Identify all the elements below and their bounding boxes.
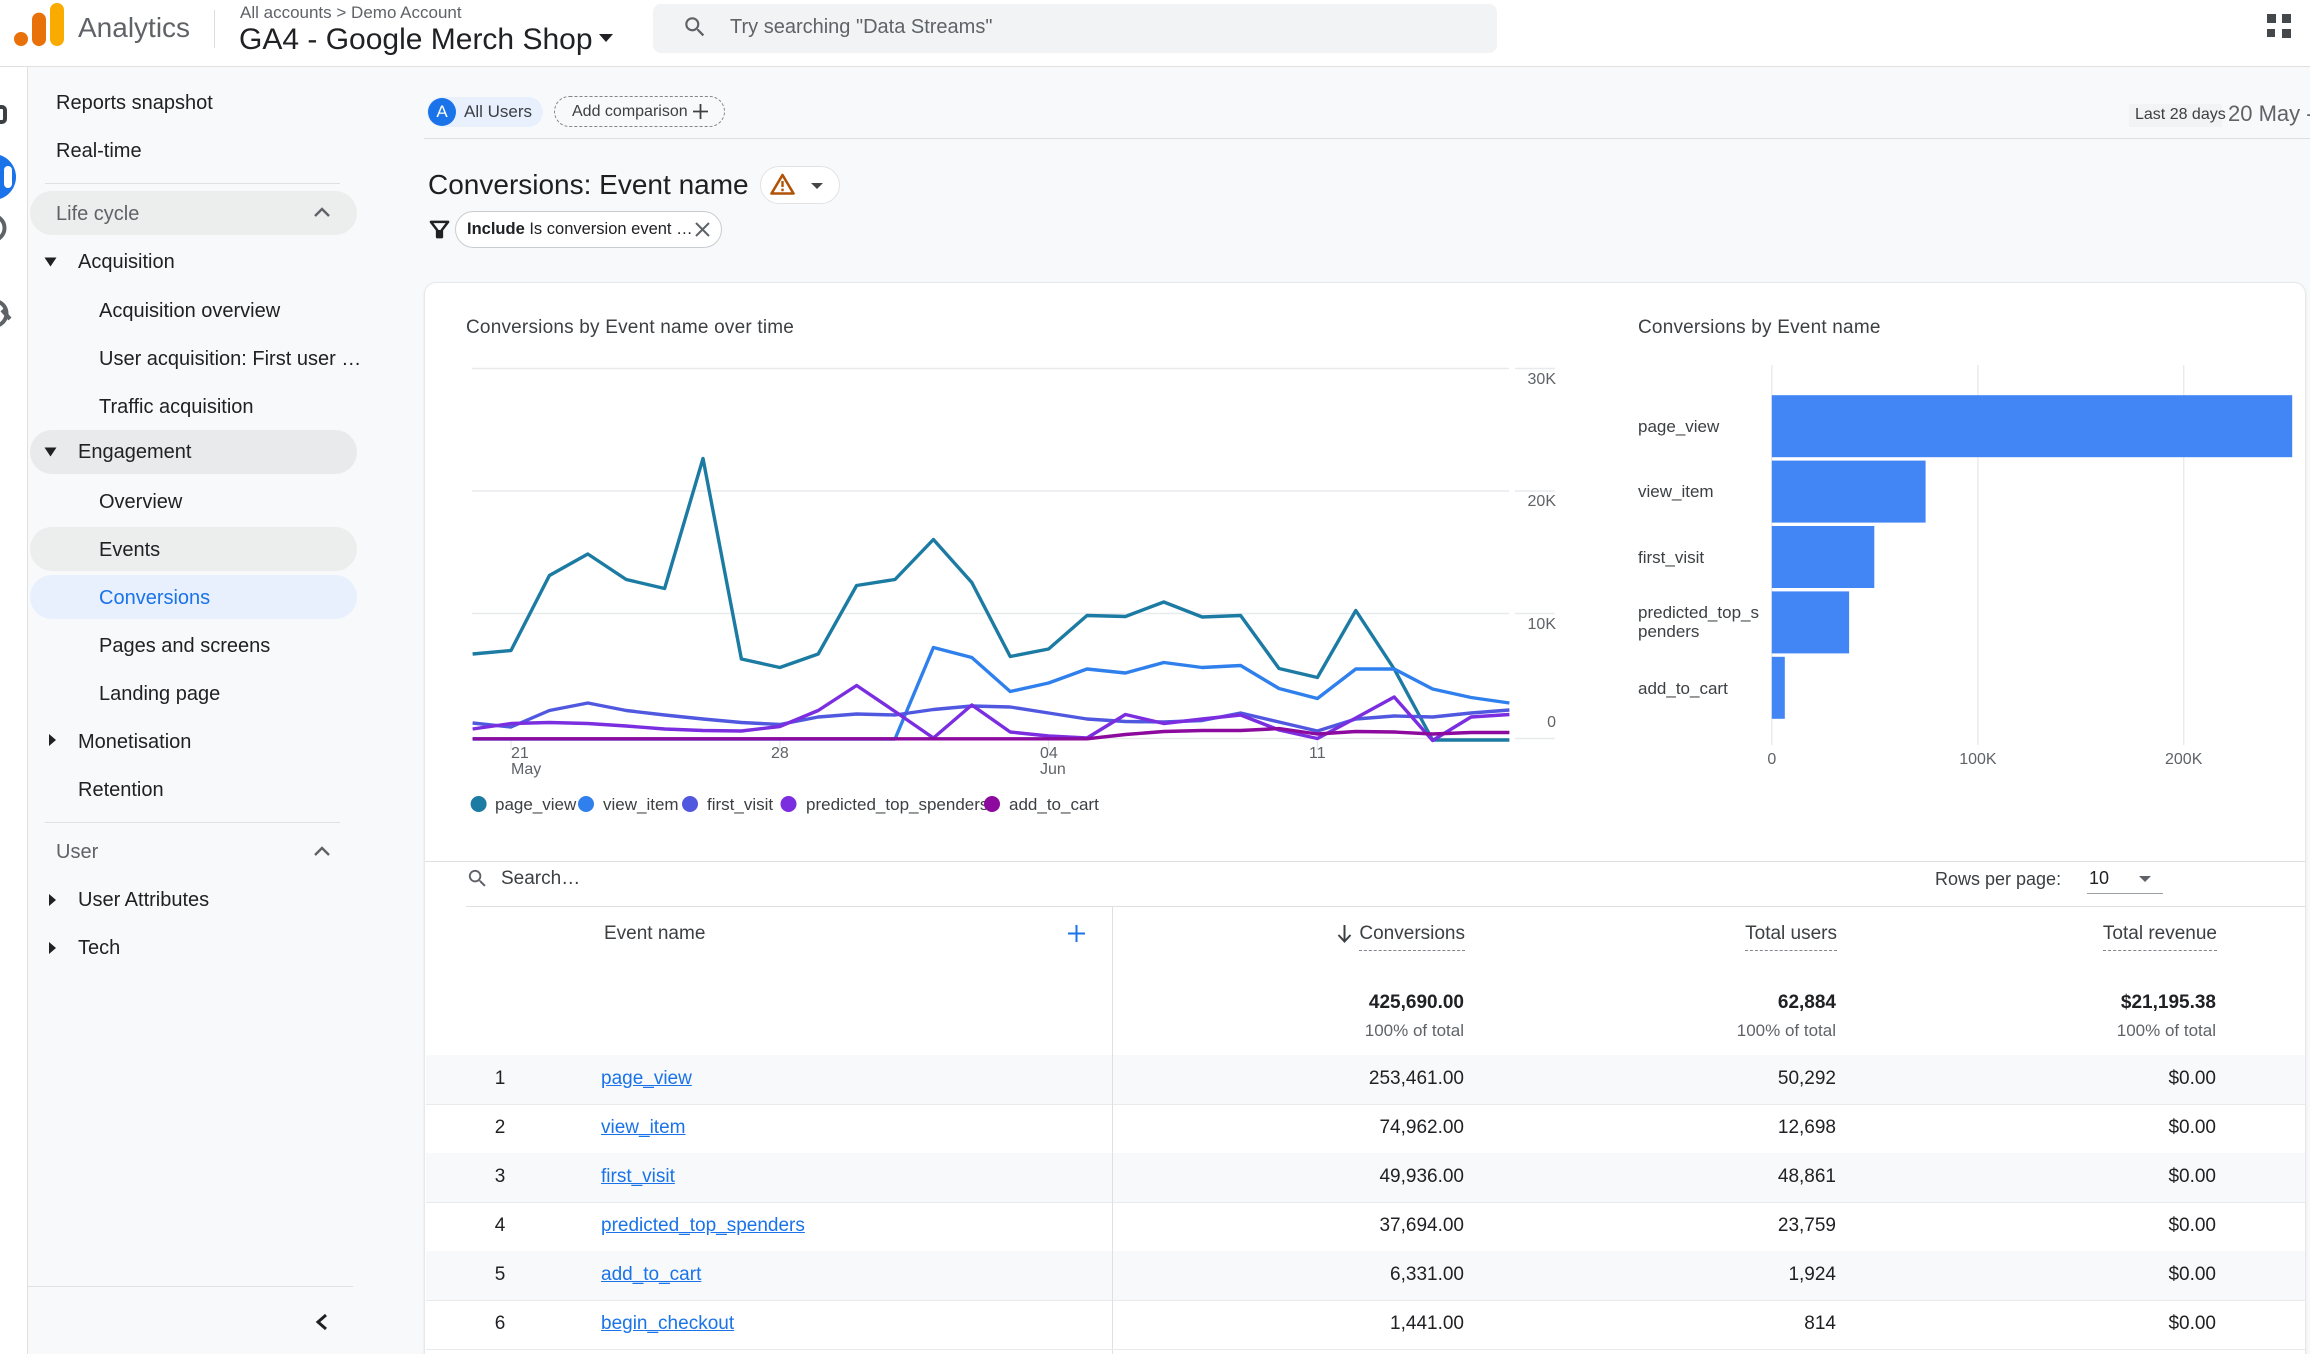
svg-text:21: 21: [511, 745, 529, 762]
svg-text:0: 0: [1767, 751, 1776, 768]
svg-text:0: 0: [1547, 714, 1556, 731]
svg-text:add_to_cart: add_to_cart: [1009, 795, 1099, 814]
svg-text:28: 28: [771, 745, 789, 762]
svg-text:add_to_cart: add_to_cart: [1638, 679, 1728, 698]
svg-text:30K: 30K: [1528, 371, 1557, 388]
svg-text:view_item: view_item: [603, 795, 679, 814]
svg-text:20K: 20K: [1528, 493, 1557, 510]
svg-text:first_visit: first_visit: [1638, 548, 1704, 567]
svg-text:100K: 100K: [1959, 751, 1997, 768]
svg-text:predicted_top_s: predicted_top_s: [1638, 603, 1759, 622]
svg-text:04: 04: [1040, 745, 1058, 762]
svg-text:predicted_top_spenders: predicted_top_spenders: [806, 795, 988, 814]
svg-text:page_view: page_view: [1638, 417, 1720, 436]
svg-text:page_view: page_view: [495, 795, 577, 814]
svg-text:Jun: Jun: [1040, 761, 1066, 778]
svg-text:11: 11: [1309, 745, 1326, 762]
svg-text:200K: 200K: [2165, 751, 2203, 768]
svg-text:penders: penders: [1638, 622, 1699, 641]
svg-text:10K: 10K: [1528, 616, 1557, 633]
svg-text:May: May: [511, 761, 541, 778]
svg-text:view_item: view_item: [1638, 482, 1714, 501]
svg-text:first_visit: first_visit: [707, 795, 773, 814]
